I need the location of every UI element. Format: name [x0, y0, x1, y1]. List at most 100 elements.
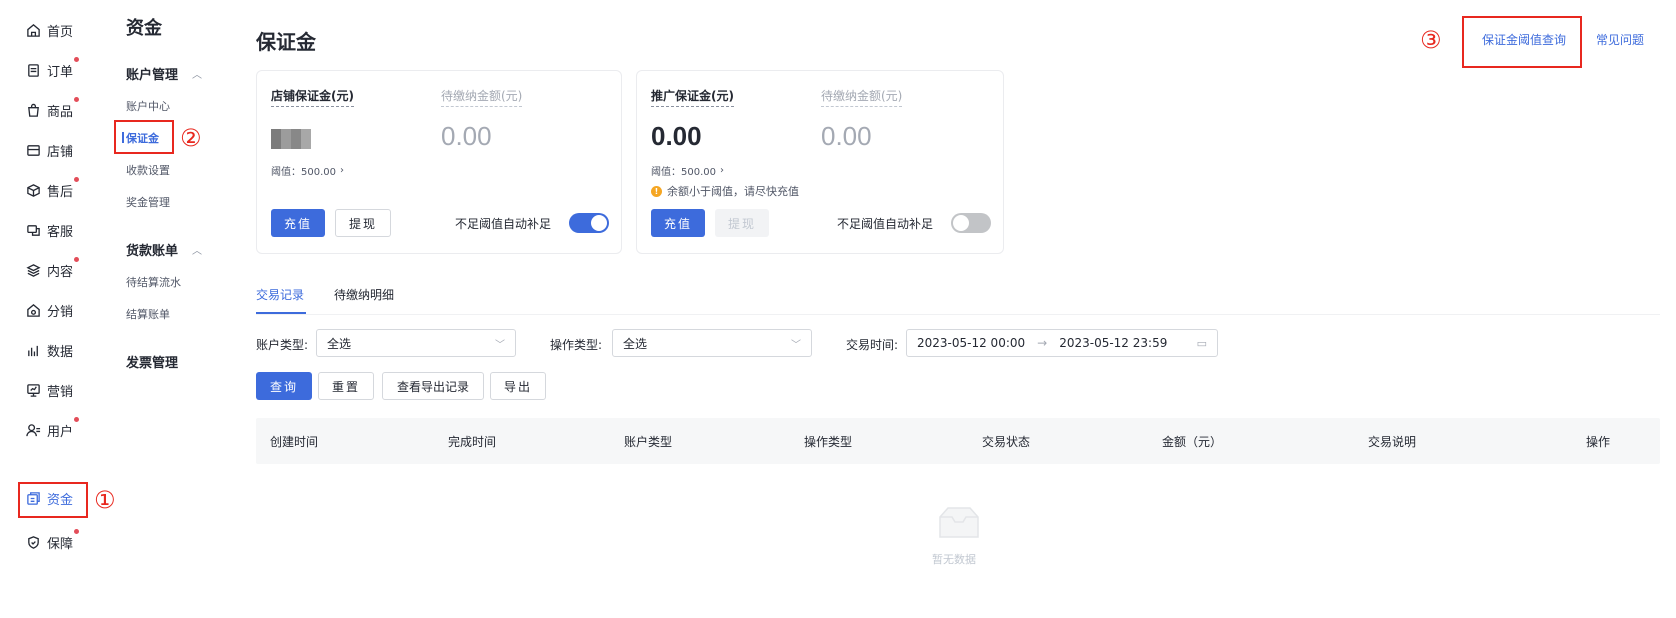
secondary-nav: 资金 账户管理 ︿ 账户中心 保证金 收款设置 奖金管理 货款账单 ︿ 待结算流… [108, 0, 220, 618]
nav-item-protection[interactable]: 保障 [26, 527, 79, 557]
date-end: 2023-05-12 23:59 [1059, 336, 1168, 350]
annotation-box-1 [18, 482, 88, 518]
account-type-label: 账户类型: [256, 338, 309, 352]
nav-item-data[interactable]: 数据 [26, 335, 73, 365]
subnav-item-pending-settlement[interactable]: 待结算流水 [126, 274, 181, 290]
query-button[interactable]: 查询 [256, 372, 312, 400]
group-label: 货款账单 [126, 244, 179, 259]
nav-item-distribution[interactable]: 分销 [26, 295, 73, 325]
notification-dot [74, 57, 79, 62]
distribution-icon [27, 303, 40, 317]
pending-amount-label: 待缴纳金额(元) [821, 87, 903, 107]
product-bag-icon [28, 103, 39, 117]
shop-icon [27, 144, 40, 156]
auto-fill-label: 不足阈值自动补足 [455, 217, 552, 231]
tab-active-indicator [256, 312, 306, 314]
reset-button[interactable]: 重置 [318, 372, 374, 400]
threshold-link[interactable]: 阈值：500.00 › [651, 163, 724, 178]
account-type-select[interactable]: 全选 ﹀ [316, 329, 516, 357]
low-balance-warning: ! 余额小于阈值，请尽快充值 [651, 183, 799, 199]
annotation-number-1: ① [94, 486, 116, 514]
user-icon [26, 423, 41, 436]
layers-icon [26, 263, 41, 277]
nav-label: 售后 [47, 184, 74, 200]
nav-label: 客服 [47, 224, 74, 240]
subnav-group-account[interactable]: 账户管理 ︿ [126, 64, 202, 83]
subnav-group-billing[interactable]: 货款账单 ︿ [126, 240, 202, 259]
nav-label: 分销 [47, 304, 74, 320]
nav-label: 店铺 [47, 144, 74, 160]
threshold-text: 阈值：500.00 [651, 167, 716, 178]
chevron-right-icon: › [340, 165, 344, 176]
op-type-select[interactable]: 全选 ﹀ [612, 329, 812, 357]
table-header: 创建时间 完成时间 账户类型 操作类型 交易状态 金额（元） 交易说明 操作 [256, 418, 1660, 464]
home-icon [27, 23, 40, 37]
chevron-down-icon: ﹀ [791, 339, 801, 351]
tab-transactions[interactable]: 交易记录 [256, 286, 304, 303]
subnav-item-payment-settings[interactable]: 收款设置 [126, 162, 170, 178]
recharge-button[interactable]: 充值 [271, 209, 325, 237]
nav-item-marketing[interactable]: 营销 [26, 375, 73, 405]
withdraw-button[interactable]: 提现 [335, 209, 391, 237]
subnav-item-account-center[interactable]: 账户中心 [126, 98, 170, 114]
nav-label: 订单 [47, 64, 74, 80]
notification-dot [74, 177, 79, 182]
column-header: 操作类型 [804, 435, 853, 449]
auto-fill-toggle[interactable] [569, 213, 609, 233]
pending-amount-value: 0.00 [821, 121, 872, 151]
arrow-right-icon: → [1037, 336, 1048, 350]
export-log-button[interactable]: 查看导出记录 [382, 372, 484, 400]
nav-item-content[interactable]: 内容 [26, 255, 79, 285]
threshold-link[interactable]: 阈值：500.00 › [271, 163, 344, 178]
column-header: 创建时间 [270, 435, 319, 449]
nav-item-products[interactable]: 商品 [26, 95, 79, 125]
toggle-knob [953, 215, 969, 231]
subnav-group-invoice[interactable]: 发票管理 [126, 352, 178, 371]
nav-item-service[interactable]: 客服 [26, 215, 73, 245]
date-start: 2023-05-12 00:00 [917, 336, 1026, 350]
select-value: 全选 [623, 336, 648, 351]
promo-deposit-card: 推广保证金(元) 待缴纳金额(元) 0.00 0.00 阈值：500.00 › … [636, 70, 1004, 254]
nav-item-orders[interactable]: 订单 [26, 55, 79, 85]
notification-dot [74, 97, 79, 102]
app-window: 首页 订单 商品 店铺 售后 客服 内容 分销 数据 营销 用户 资金 保障 资… [0, 0, 1676, 618]
chevron-down-icon: ﹀ [495, 339, 505, 351]
auto-fill-toggle[interactable] [951, 213, 991, 233]
primary-nav: 首页 订单 商品 店铺 售后 客服 内容 分销 数据 营销 用户 资金 保障 [0, 0, 104, 618]
nav-item-users[interactable]: 用户 [26, 415, 79, 445]
recharge-button[interactable]: 充值 [651, 209, 705, 237]
warning-text: 余额小于阈值，请尽快充值 [667, 185, 799, 198]
threshold-text: 阈值：500.00 [271, 167, 336, 178]
pending-amount-label: 待缴纳金额(元) [441, 87, 523, 107]
chevron-up-icon: ︿ [192, 246, 203, 257]
subnav-item-settlement-bill[interactable]: 结算账单 [126, 306, 170, 322]
date-range-picker[interactable]: 2023-05-12 00:00 → 2023-05-12 23:59 ▭ [906, 329, 1218, 357]
notification-dot [74, 417, 79, 422]
tab-pending-details[interactable]: 待缴纳明细 [334, 286, 394, 303]
nav-label: 数据 [47, 344, 74, 360]
export-button[interactable]: 导出 [490, 372, 546, 400]
warning-icon: ! [651, 185, 662, 197]
nav-label: 首页 [47, 24, 74, 40]
nav-item-shop[interactable]: 店铺 [26, 135, 73, 165]
masked-balance [271, 129, 311, 149]
nav-item-after-sale[interactable]: 售后 [26, 175, 79, 205]
after-sale-box-icon [27, 183, 40, 197]
column-header: 交易状态 [982, 435, 1031, 449]
nav-label: 商品 [47, 104, 74, 120]
empty-inbox-icon [939, 507, 979, 538]
notification-dot [74, 257, 79, 262]
faq-link[interactable]: 常见问题 [1596, 31, 1644, 48]
select-value: 全选 [327, 336, 352, 351]
op-type-label: 操作类型: [550, 338, 603, 352]
nav-item-home[interactable]: 首页 [26, 15, 73, 45]
calendar-icon: ▭ [1196, 336, 1207, 350]
chat-icon [27, 224, 40, 236]
time-label: 交易时间: [846, 338, 899, 352]
shop-deposit-label: 店铺保证金(元) [271, 87, 354, 107]
subnav-item-bonus[interactable]: 奖金管理 [126, 194, 170, 210]
annotation-box-2 [114, 120, 174, 154]
pending-amount-value: 0.00 [441, 121, 492, 151]
nav-label: 内容 [47, 264, 74, 280]
threshold-query-link[interactable]: 保证金阈值查询 [1482, 31, 1566, 48]
